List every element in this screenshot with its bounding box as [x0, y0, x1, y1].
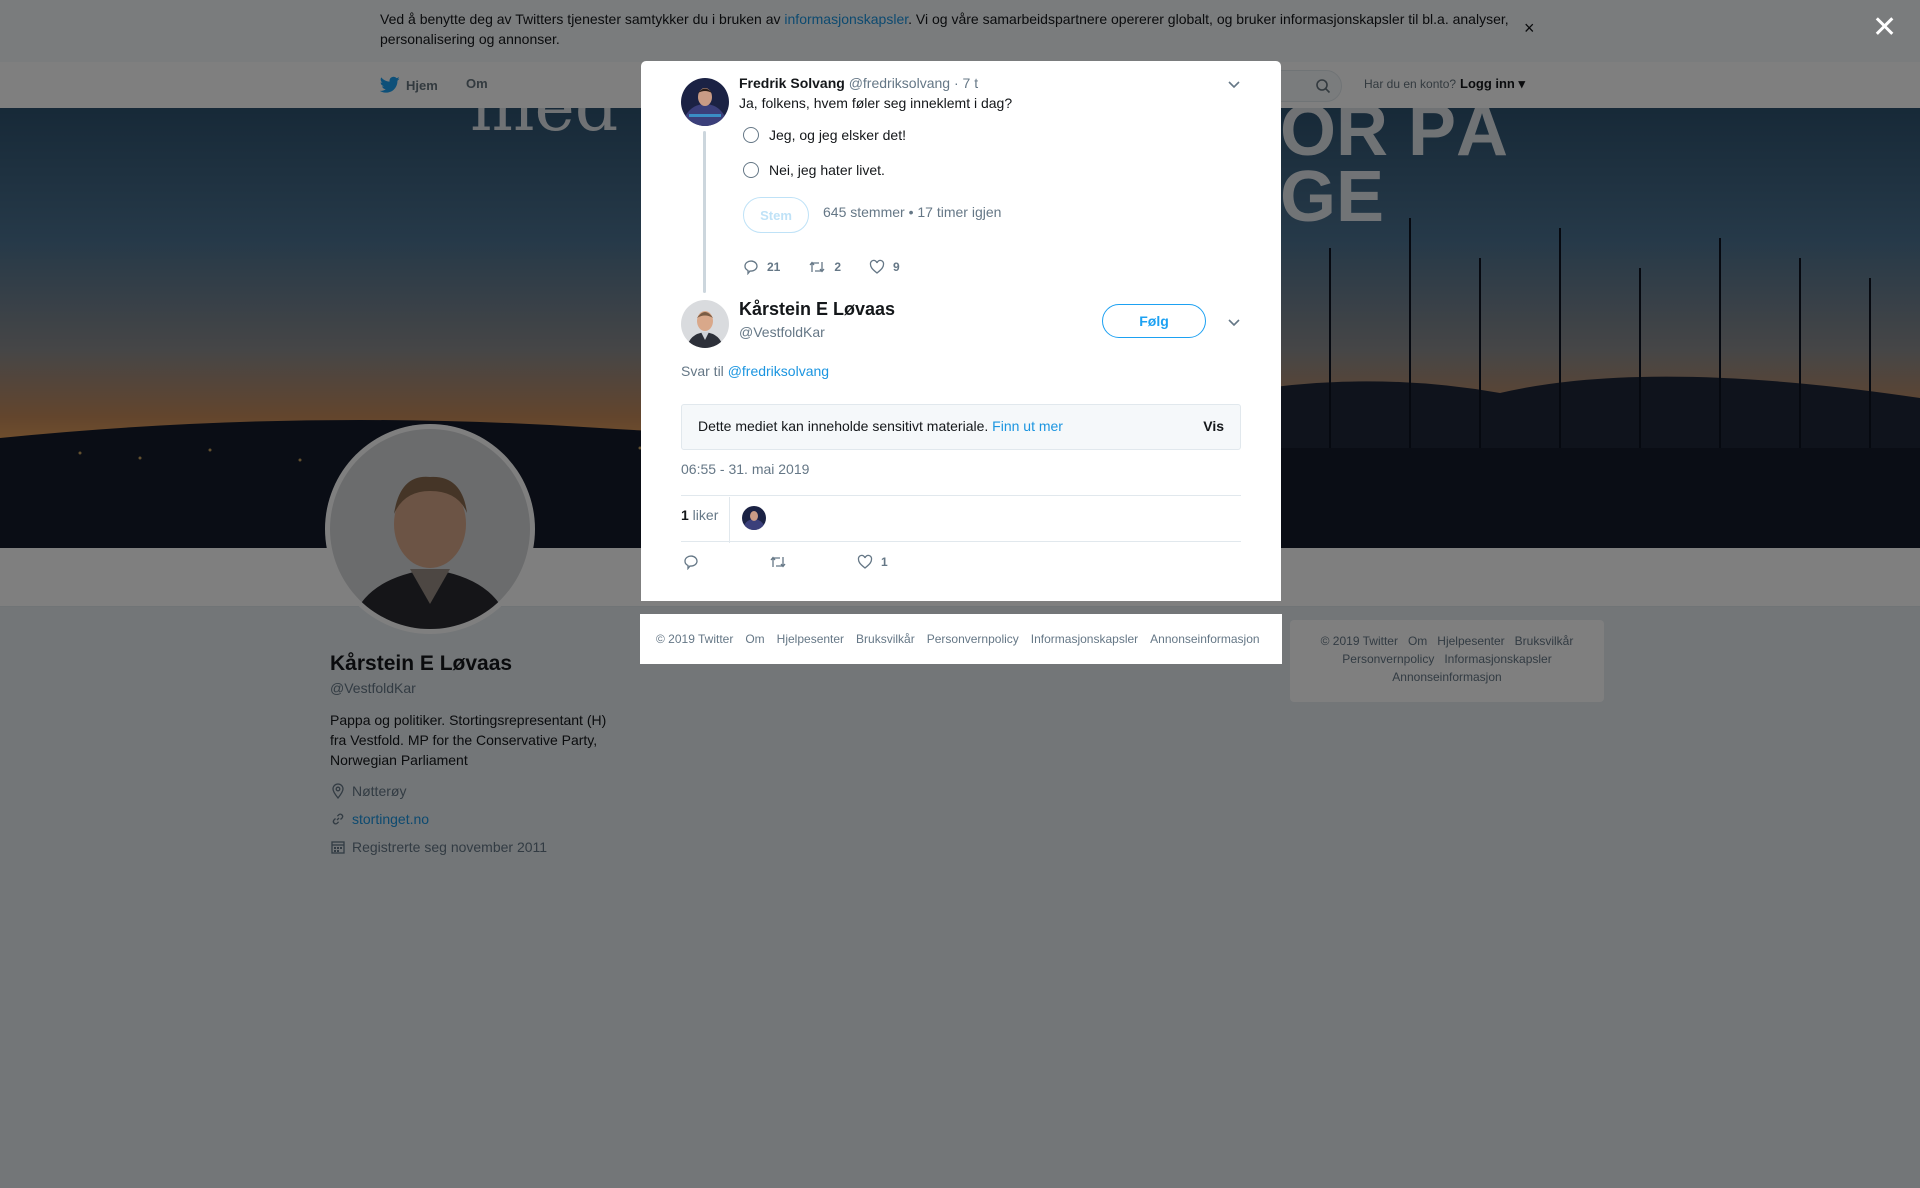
close-modal-button[interactable]: ✕	[1872, 10, 1897, 45]
footer-link-privacy[interactable]: Personvernpolicy	[927, 632, 1019, 646]
parent-tweet-header: Fredrik Solvang @fredriksolvang · 7 t	[739, 75, 978, 91]
footer-link-ads-info[interactable]: Annonseinformasjon	[1150, 632, 1259, 646]
poll-radio-1[interactable]	[743, 127, 759, 143]
reply-to-line: Svar til @fredriksolvang	[681, 363, 830, 379]
liker-avatar[interactable]	[742, 506, 766, 530]
tweet-modal: Fredrik Solvang @fredriksolvang · 7 t Ja…	[641, 61, 1281, 601]
stats-separator	[729, 497, 730, 543]
poll-meta: 645 stemmer • 17 timer igjen	[823, 204, 1002, 220]
footer-link-about[interactable]: Om	[745, 632, 764, 646]
divider	[681, 541, 1241, 542]
retweet-icon	[809, 261, 825, 273]
footer-copyright: © 2019 Twitter	[656, 632, 734, 646]
reply-to-handle[interactable]: @fredriksolvang	[728, 363, 829, 379]
main-like-button[interactable]: 1	[857, 554, 888, 570]
like-button[interactable]: 9	[869, 259, 900, 275]
parent-tweet-chevron-down-icon[interactable]	[1227, 77, 1241, 91]
reply-icon	[684, 555, 698, 570]
liker-avatar-image	[742, 506, 766, 530]
footer-link-help[interactable]: Hjelpesenter	[777, 632, 844, 646]
heart-icon	[857, 554, 873, 569]
poll-radio-2[interactable]	[743, 162, 759, 178]
follow-button[interactable]: Følg	[1102, 304, 1206, 338]
sensitive-media-warning: Dette mediet kan inneholde sensitivt mat…	[681, 404, 1241, 450]
divider	[681, 495, 1241, 496]
fredrik-avatar-image	[681, 78, 729, 126]
main-retweet-button[interactable]	[769, 554, 795, 570]
reply-button[interactable]: 21	[743, 259, 780, 275]
heart-icon	[869, 259, 885, 274]
retweet-button[interactable]: 2	[808, 259, 841, 275]
parent-tweet-actions: 21 2 9	[743, 259, 928, 275]
main-tweet-avatar[interactable]	[681, 300, 729, 348]
parent-tweet-name[interactable]: Fredrik Solvang	[739, 75, 845, 91]
tweet-timestamp[interactable]: 06:55 - 31. mai 2019	[681, 461, 809, 477]
like-count[interactable]: 1 liker	[681, 507, 718, 523]
parent-tweet-avatar[interactable]	[681, 78, 729, 126]
main-tweet-name[interactable]: Kårstein E Løvaas	[739, 299, 895, 320]
karstein-avatar-image	[681, 300, 729, 348]
poll-option-2[interactable]: Nei, jeg hater livet.	[743, 162, 885, 178]
thread-connector-line	[703, 131, 706, 293]
vote-button[interactable]: Stem	[743, 197, 809, 233]
learn-more-link[interactable]: Finn ut mer	[992, 418, 1063, 434]
footer-link-cookies[interactable]: Informasjonskapsler	[1031, 632, 1138, 646]
show-media-button[interactable]: Vis	[1203, 418, 1224, 434]
main-tweet-handle[interactable]: @VestfoldKar	[739, 324, 825, 340]
main-reply-button[interactable]	[683, 554, 707, 570]
reply-icon	[744, 260, 758, 275]
footer-link-terms[interactable]: Bruksvilkår	[856, 632, 915, 646]
parent-tweet-text: Ja, folkens, hvem føler seg inneklemt i …	[739, 95, 1013, 111]
parent-tweet-time[interactable]: · 7 t	[954, 75, 978, 91]
main-tweet-actions: 1	[683, 554, 916, 570]
poll-option-1[interactable]: Jeg, og jeg elsker det!	[743, 127, 906, 143]
parent-tweet-handle[interactable]: @fredriksolvang	[849, 75, 950, 91]
modal-footer: © 2019 Twitter Om Hjelpesenter Bruksvilk…	[640, 614, 1282, 664]
retweet-icon	[770, 556, 786, 568]
main-tweet-chevron-down-icon[interactable]	[1227, 315, 1241, 329]
